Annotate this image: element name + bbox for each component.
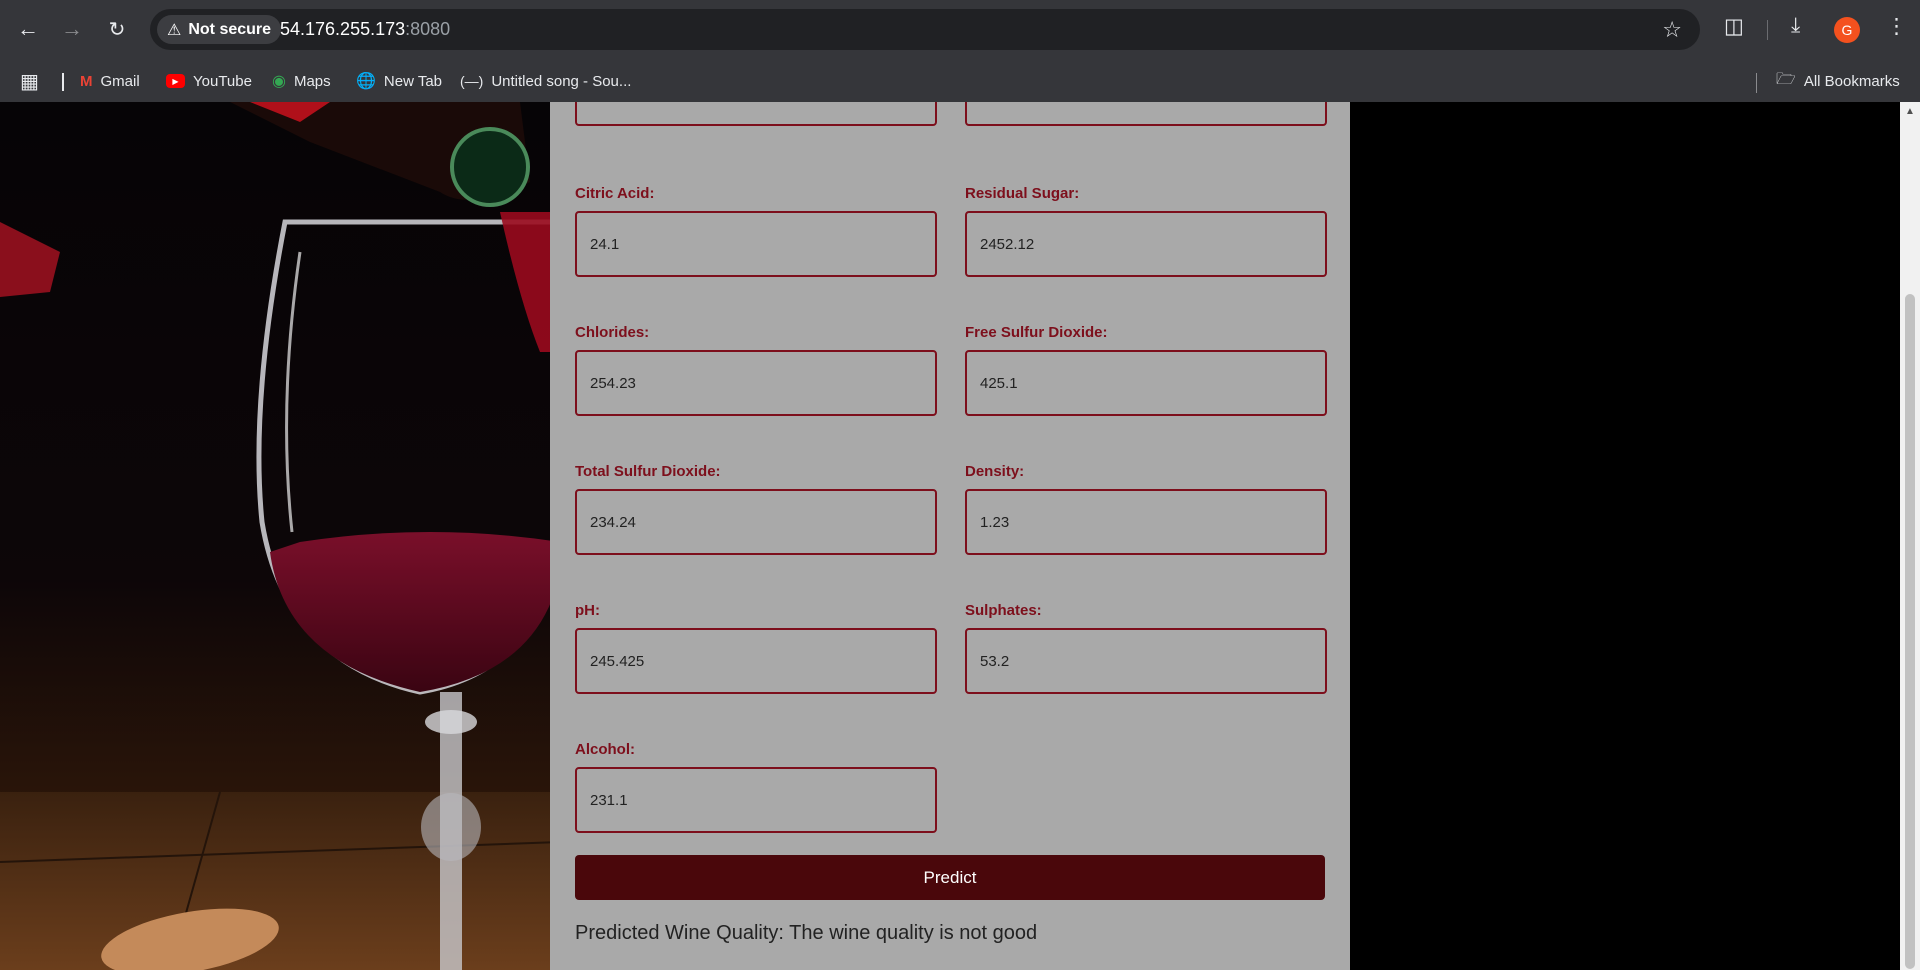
residual-sugar-label: Residual Sugar: <box>965 185 1080 202</box>
density-label: Density: <box>965 463 1025 480</box>
bookmark-label: New Tab <box>383 72 443 90</box>
warning-icon: ⚠ <box>167 21 182 39</box>
gmail-icon: M <box>80 72 93 90</box>
bookmark-maps[interactable]: ◉ Maps <box>272 70 331 92</box>
total-sulfur-dioxide-input[interactable] <box>575 489 937 555</box>
reload-icon[interactable]: ↻ <box>101 13 133 45</box>
folder-icon: 🗁 <box>1776 70 1796 88</box>
address-bar[interactable]: ⚠ Not secure 54.176.255.173:8080 ☆ <box>150 9 1700 50</box>
bookmarks-bar: ▦ M Gmail ▶ YouTube ◉ Maps 🌐 New Tab (—)… <box>0 60 1920 103</box>
alcohol-input[interactable] <box>575 767 937 833</box>
wine-glass-image <box>0 102 560 970</box>
all-bookmarks[interactable]: 🗁 All Bookmarks <box>1776 70 1900 92</box>
alcohol-label: Alcohol: <box>575 741 635 758</box>
density-field: Density: <box>965 463 1327 555</box>
avatar[interactable]: G <box>1834 17 1860 43</box>
back-icon[interactable]: ← <box>12 13 44 45</box>
bookmark-new-tab[interactable]: 🌐 New Tab <box>356 70 442 92</box>
chlorides-field: Chlorides: <box>575 324 937 416</box>
bookmarks-divider <box>62 73 64 91</box>
youtube-icon: ▶ <box>166 74 185 88</box>
citric-acid-input[interactable] <box>575 211 937 277</box>
wine-glass-illustration <box>0 102 560 970</box>
bookmark-untitled-song[interactable]: (—) Untitled song - Sou... <box>460 70 631 92</box>
total-sulfur-dioxide-field: Total Sulfur Dioxide: <box>575 463 937 555</box>
url-text[interactable]: 54.176.255.173:8080 <box>280 19 450 40</box>
security-chip[interactable]: ⚠ Not secure <box>157 15 282 44</box>
prediction-form: Citric Acid: Residual Sugar: Chlorides: … <box>550 102 1350 970</box>
maps-icon: ◉ <box>272 73 286 90</box>
residual-sugar-field: Residual Sugar: <box>965 185 1327 277</box>
density-input[interactable] <box>965 489 1327 555</box>
partial-input-right[interactable] <box>965 102 1327 126</box>
bookmark-gmail[interactable]: M Gmail <box>80 70 140 92</box>
partial-input-left[interactable] <box>575 102 937 126</box>
soundcloud-icon: (—) <box>460 73 484 89</box>
ph-label: pH: <box>575 602 600 619</box>
total-sulfur-dioxide-label: Total Sulfur Dioxide: <box>575 463 721 480</box>
all-bookmarks-label: All Bookmarks <box>1803 72 1900 90</box>
free-sulfur-dioxide-field: Free Sulfur Dioxide: <box>965 324 1327 416</box>
url-port: :8080 <box>405 19 451 39</box>
apps-icon[interactable]: ▦ <box>20 70 39 93</box>
extensions-icon[interactable]: ◫ <box>1724 14 1744 39</box>
sulphates-field: Sulphates: <box>965 602 1327 694</box>
ph-input[interactable] <box>575 628 937 694</box>
toolbar-divider <box>1767 20 1768 40</box>
bookmark-youtube[interactable]: ▶ YouTube <box>166 70 252 92</box>
sulphates-label: Sulphates: <box>965 602 1042 619</box>
residual-sugar-input[interactable] <box>965 211 1327 277</box>
chlorides-input[interactable] <box>575 350 937 416</box>
bookmark-label: Maps <box>293 72 331 90</box>
url-host: 54.176.255.173 <box>280 19 406 39</box>
page-scrollbar[interactable]: ▲ <box>1900 102 1920 970</box>
sulphates-input[interactable] <box>965 628 1327 694</box>
bookmark-label: Gmail <box>100 72 140 90</box>
predict-button[interactable]: Predict <box>575 855 1325 900</box>
free-sulfur-dioxide-input[interactable] <box>965 350 1327 416</box>
bookmark-star-icon[interactable]: ☆ <box>1662 17 1682 43</box>
page-viewport: Citric Acid: Residual Sugar: Chlorides: … <box>0 102 1900 970</box>
bookmark-label: Untitled song - Sou... <box>491 72 632 90</box>
download-icon[interactable]: ⤓ <box>1791 14 1800 38</box>
forward-icon[interactable]: → <box>56 13 88 45</box>
bookmark-label: YouTube <box>193 72 252 90</box>
free-sulfur-dioxide-label: Free Sulfur Dioxide: <box>965 324 1108 341</box>
prediction-result: Predicted Wine Quality: The wine quality… <box>575 922 1038 944</box>
citric-acid-label: Citric Acid: <box>575 185 655 202</box>
browser-toolbar: ← → ↻ ⚠ Not secure 54.176.255.173:8080 ☆… <box>0 0 1920 60</box>
scrollbar-thumb[interactable] <box>1905 294 1915 969</box>
bookmarks-divider <box>1756 73 1757 93</box>
alcohol-field: Alcohol: <box>575 741 937 833</box>
citric-acid-field: Citric Acid: <box>575 185 937 277</box>
scroll-up-icon[interactable]: ▲ <box>1905 106 1915 117</box>
security-label: Not secure <box>188 20 272 38</box>
chlorides-label: Chlorides: <box>575 324 650 341</box>
globe-icon: 🌐 <box>356 73 376 90</box>
kebab-menu-icon[interactable]: ⋮ <box>1886 14 1907 39</box>
ph-field: pH: <box>575 602 937 694</box>
